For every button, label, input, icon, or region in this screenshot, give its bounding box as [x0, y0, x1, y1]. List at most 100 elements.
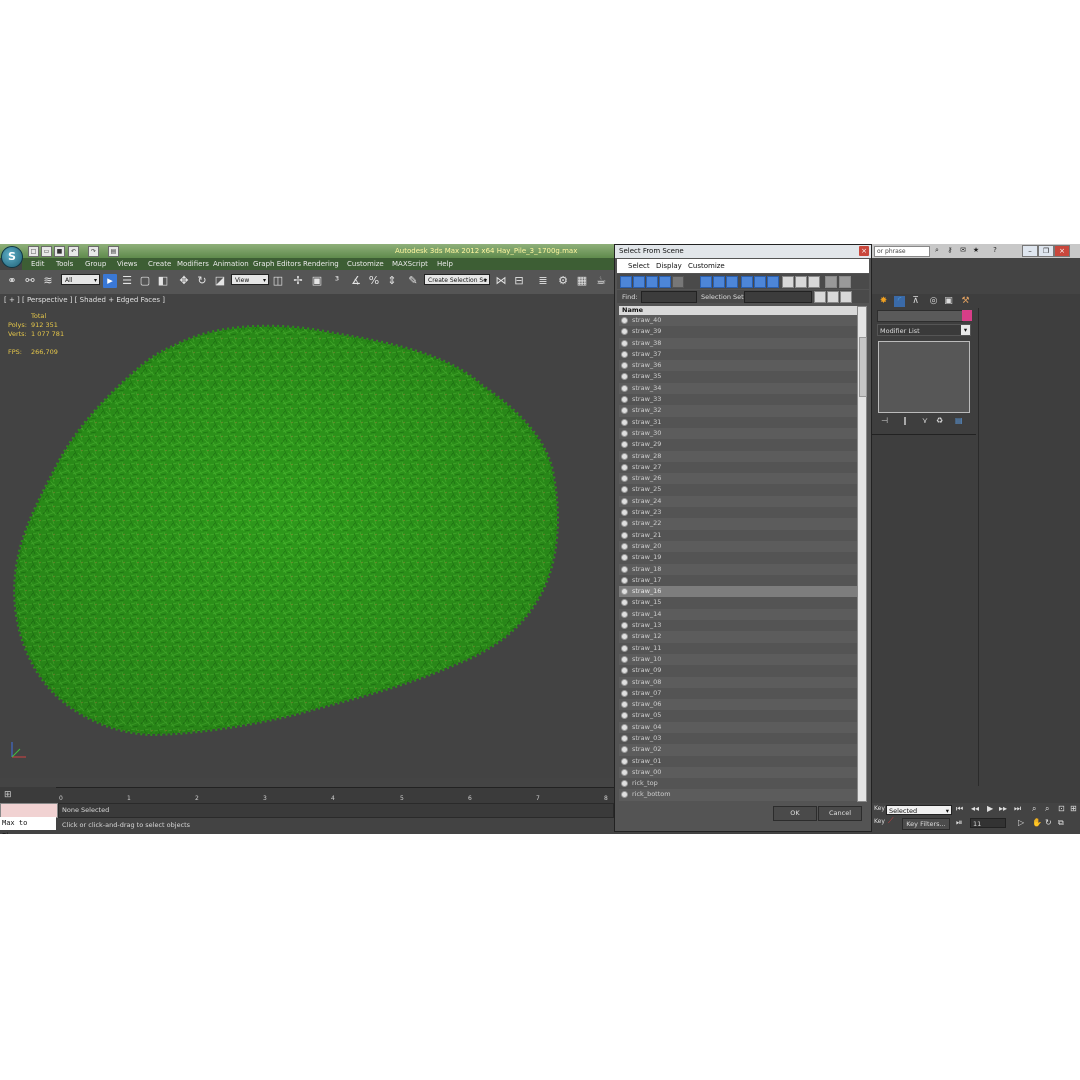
- make-unique-icon[interactable]: ⋎: [922, 416, 928, 425]
- create-tab-icon[interactable]: ✸: [878, 296, 889, 307]
- object-list-item[interactable]: straw_29: [619, 439, 857, 450]
- scrollbar-thumb[interactable]: [859, 337, 867, 397]
- object-color-swatch[interactable]: [962, 310, 972, 321]
- render-setup-icon[interactable]: ⚙: [556, 274, 570, 288]
- zoom-all-icon[interactable]: ⌕: [1045, 804, 1049, 814]
- cancel-button[interactable]: Cancel: [818, 806, 862, 821]
- menu-animation[interactable]: Animation: [213, 260, 249, 268]
- utilities-tab-icon[interactable]: ⚒: [960, 296, 971, 307]
- object-list-item[interactable]: straw_03: [619, 733, 857, 744]
- object-list-item[interactable]: straw_37: [619, 349, 857, 360]
- object-list-item[interactable]: straw_11: [619, 643, 857, 654]
- pan-view-icon[interactable]: ✋: [1032, 818, 1042, 827]
- object-list-item[interactable]: straw_18: [619, 563, 857, 575]
- angle-snap-icon[interactable]: ∡: [349, 274, 363, 288]
- object-list-item[interactable]: straw_07: [619, 688, 857, 699]
- object-list-item[interactable]: straw_01: [619, 756, 857, 767]
- configure-sets-icon[interactable]: ▤: [955, 416, 963, 425]
- restore-button[interactable]: ❐: [1038, 245, 1054, 257]
- object-list-item[interactable]: straw_00: [619, 766, 857, 779]
- track-bar[interactable]: ⊞ 0 1 2 3 4 5 6 7 8: [0, 787, 614, 803]
- go-to-start-icon[interactable]: ⏮: [956, 804, 963, 814]
- object-list-item[interactable]: straw_15: [619, 597, 857, 608]
- object-list-item[interactable]: rick_bottom: [619, 789, 857, 801]
- object-list-item[interactable]: straw_04: [619, 721, 857, 733]
- minimize-button[interactable]: –: [1022, 245, 1038, 257]
- display-frozen-icon[interactable]: [767, 276, 779, 288]
- delete-selection-set-icon[interactable]: [840, 291, 852, 303]
- select-and-rotate-icon[interactable]: ↻: [195, 274, 209, 288]
- zoom-icon[interactable]: ⌕: [1032, 804, 1036, 814]
- object-list-item[interactable]: straw_19: [619, 552, 857, 563]
- layer-manager-icon[interactable]: ≣: [536, 274, 550, 288]
- menu-create[interactable]: Create: [148, 260, 171, 268]
- new-file-icon[interactable]: □: [28, 246, 39, 257]
- object-list-item[interactable]: straw_08: [619, 676, 857, 688]
- key-mode-toggle-icon[interactable]: ⏯: [956, 818, 962, 828]
- create-selection-set-icon[interactable]: [814, 291, 826, 303]
- select-by-name-icon[interactable]: ☰: [120, 274, 134, 288]
- selection-set-dropdown[interactable]: [744, 291, 812, 303]
- select-dependents-icon[interactable]: [839, 276, 851, 288]
- infocenter-search-input[interactable]: or phrase: [874, 246, 930, 257]
- hierarchy-tab-icon[interactable]: ⊼: [910, 296, 921, 307]
- select-and-manipulate-icon[interactable]: ✢: [291, 274, 305, 288]
- spinner-snap-icon[interactable]: ⇕: [385, 274, 399, 288]
- modifier-list-dropdown[interactable]: Modifier List: [877, 324, 971, 336]
- favorites-star-icon[interactable]: ★: [971, 246, 981, 255]
- zoom-extents-icon[interactable]: ⊡: [1058, 804, 1065, 813]
- modify-tab-icon[interactable]: ◜: [894, 296, 905, 307]
- menu-maxscript[interactable]: MAXScript: [392, 260, 428, 268]
- object-list-item[interactable]: straw_22: [619, 518, 857, 530]
- display-containers-icon[interactable]: [754, 276, 766, 288]
- object-list-item[interactable]: straw_34: [619, 382, 857, 395]
- selection-filter-dropdown[interactable]: All: [61, 274, 100, 286]
- menu-edit[interactable]: Edit: [31, 260, 45, 268]
- display-cameras-icon[interactable]: [659, 276, 671, 288]
- object-list-item[interactable]: straw_28: [619, 450, 857, 462]
- object-list-item[interactable]: straw_23: [619, 507, 857, 518]
- set-key-icon[interactable]: ⟋: [888, 816, 894, 826]
- dialog-close-button[interactable]: ×: [859, 246, 869, 256]
- object-list-item[interactable]: straw_06: [619, 699, 857, 711]
- object-list-item[interactable]: straw_25: [619, 484, 857, 495]
- key-filters-button[interactable]: Key Filters...: [902, 818, 950, 830]
- object-list-item[interactable]: rick_top: [619, 778, 857, 789]
- object-list-item[interactable]: straw_09: [619, 665, 857, 676]
- align-icon[interactable]: ⊟: [512, 274, 526, 288]
- project-folder-icon[interactable]: ▤: [108, 246, 119, 257]
- window-crossing-icon[interactable]: ◧: [156, 274, 170, 288]
- display-space-warps-icon[interactable]: [700, 276, 712, 288]
- binoculars-icon[interactable]: ⌕: [932, 246, 942, 255]
- render-production-icon[interactable]: ☕: [594, 274, 608, 288]
- current-frame-field[interactable]: 11: [970, 818, 1006, 828]
- object-list-item[interactable]: straw_32: [619, 405, 857, 417]
- display-all-icon[interactable]: [782, 276, 794, 288]
- percent-snap-icon[interactable]: %: [367, 274, 381, 288]
- show-end-result-icon[interactable]: ‖: [903, 416, 907, 425]
- motion-tab-icon[interactable]: ◎: [928, 296, 939, 307]
- dialog-menu-select[interactable]: Select: [628, 262, 650, 270]
- snaps-toggle-icon[interactable]: ³: [330, 274, 344, 288]
- communication-icon[interactable]: ✉: [958, 246, 968, 255]
- object-list-item[interactable]: straw_38: [619, 337, 857, 349]
- display-none-icon[interactable]: [795, 276, 807, 288]
- close-button[interactable]: ×: [1054, 245, 1070, 257]
- previous-frame-icon[interactable]: ◂◂: [971, 804, 979, 813]
- field-of-view-icon[interactable]: ▷: [1018, 818, 1024, 827]
- object-list-item[interactable]: straw_13: [619, 620, 857, 631]
- ok-button[interactable]: OK: [773, 806, 817, 821]
- menu-customize[interactable]: Customize: [347, 260, 384, 268]
- rendered-frame-window-icon[interactable]: ▦: [575, 274, 589, 288]
- mirror-icon[interactable]: ⋈: [494, 274, 508, 288]
- dialog-menu-display[interactable]: Display: [656, 262, 682, 270]
- menu-group[interactable]: Group: [85, 260, 106, 268]
- object-list-item[interactable]: straw_39: [619, 326, 857, 337]
- display-shapes-icon[interactable]: [633, 276, 645, 288]
- menu-modifiers[interactable]: Modifiers: [177, 260, 209, 268]
- app-logo-icon[interactable]: S: [1, 246, 23, 268]
- set-key-mode-dropdown[interactable]: Selected: [886, 805, 952, 816]
- key-icon[interactable]: ⚷: [945, 246, 955, 255]
- maxscript-mini-listener[interactable]: Max to Physc.: [0, 817, 56, 834]
- keyboard-shortcut-override-icon[interactable]: ▣: [310, 274, 324, 288]
